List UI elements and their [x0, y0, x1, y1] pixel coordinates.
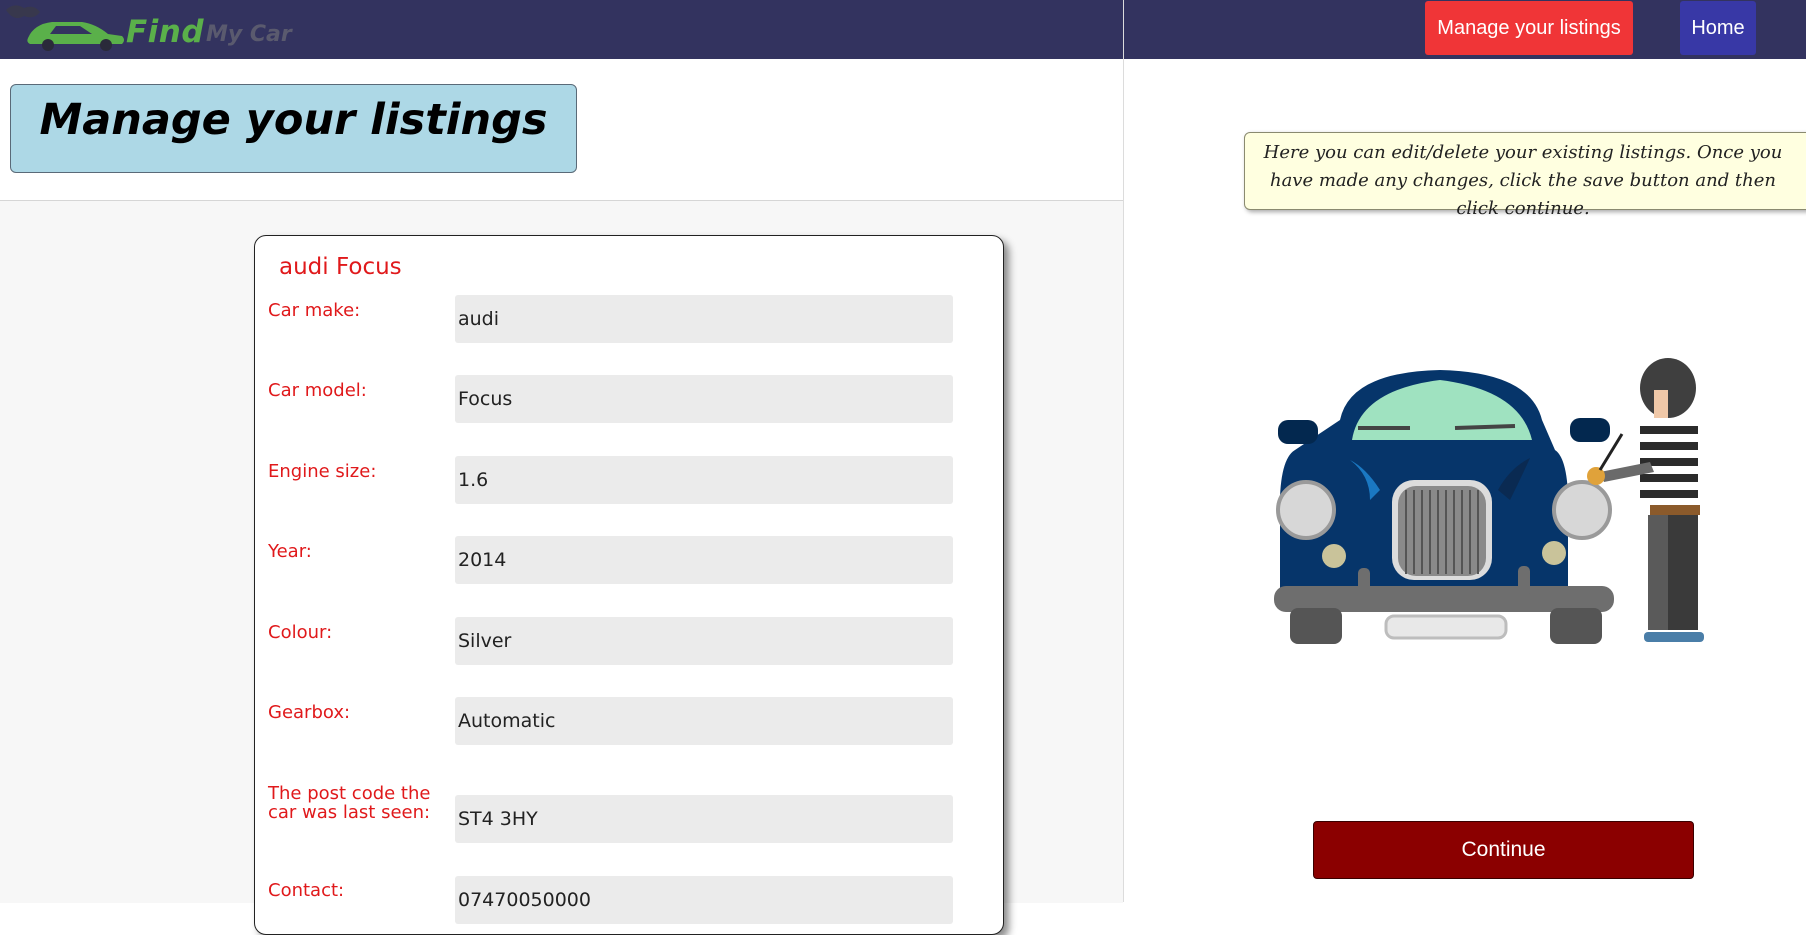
help-tooltip: Here you can edit/delete your existing l…	[1244, 132, 1806, 219]
engine-size-label: Engine size:	[268, 461, 377, 482]
manage-listings-nav-button[interactable]: Manage your listings	[1425, 1, 1633, 55]
car-make-input[interactable]	[455, 295, 953, 343]
find-my-car-logo[interactable]: Find My Car	[0, 0, 300, 59]
car-model-input[interactable]	[455, 375, 953, 423]
contact-input[interactable]	[455, 876, 953, 924]
logo-text-find: Find	[126, 14, 205, 50]
page-title-box: Manage your listings	[10, 84, 577, 173]
year-input[interactable]	[455, 536, 953, 584]
postcode-label: The post code the car was last seen:	[268, 783, 431, 823]
continue-button[interactable]: Continue	[1313, 821, 1694, 879]
gearbox-label: Gearbox:	[268, 702, 351, 723]
year-label: Year:	[268, 541, 312, 562]
colour-input[interactable]	[455, 617, 953, 665]
car-model-label: Car model:	[268, 380, 367, 401]
engine-size-input[interactable]	[455, 456, 953, 504]
top-navbar: Find My Car Manage your listings Home	[0, 0, 1806, 59]
contact-label: Contact:	[268, 880, 345, 901]
home-nav-button[interactable]: Home	[1680, 1, 1756, 55]
colour-label: Colour:	[268, 622, 333, 643]
gearbox-input[interactable]	[455, 697, 953, 745]
page-title: Manage your listings	[39, 95, 548, 145]
green-car-logo-icon	[6, 5, 124, 51]
column-divider	[1123, 0, 1124, 902]
listing-card: audi Focus Car make: Car model: Engine s…	[254, 235, 1004, 935]
help-tooltip-text: Here you can edit/delete your existing l…	[1263, 142, 1783, 219]
listing-title: audi Focus	[279, 254, 402, 280]
car-thief-illustration	[1274, 358, 1704, 644]
postcode-input[interactable]	[455, 795, 953, 843]
logo-text-my-car: My Car	[206, 22, 292, 47]
car-make-label: Car make:	[268, 300, 361, 321]
